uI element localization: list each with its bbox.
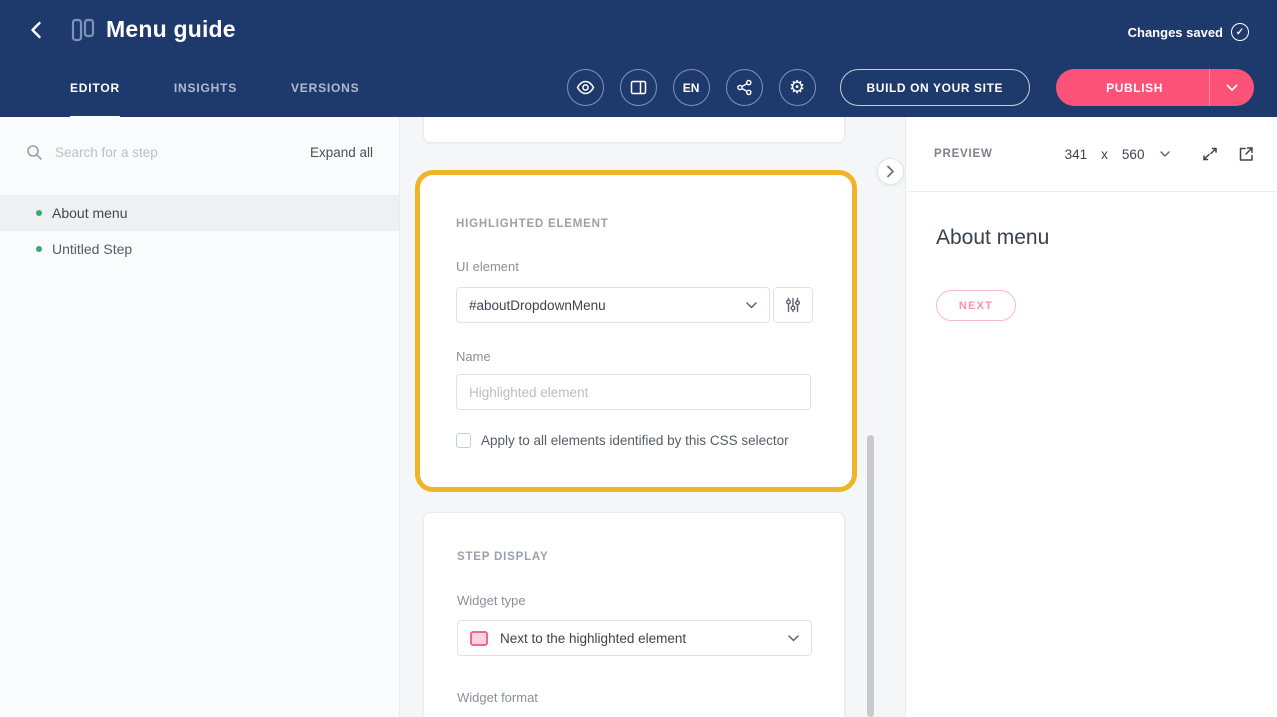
apply-all-checkbox[interactable] (456, 433, 471, 448)
fullscreen-expand-icon[interactable] (1201, 145, 1219, 163)
step-search-row: Expand all (0, 117, 399, 187)
preview-next-button[interactable]: NEXT (936, 290, 1016, 321)
widget-type-value: Next to the highlighted element (500, 631, 776, 646)
step-display-card: STEP DISPLAY Widget type Next to the hig… (423, 512, 845, 717)
preview-size-select[interactable]: 341 x 560 (1065, 147, 1171, 162)
settings-gear-button[interactable]: ⚙ (779, 69, 816, 106)
header-bottom-row: EDITOR INSIGHTS VERSIONS EN ⚙ BUILD ON Y… (0, 58, 1277, 117)
collapse-panel-button[interactable] (877, 158, 904, 185)
section-title: HIGHLIGHTED ELEMENT (456, 218, 816, 230)
publish-split-button: PUBLISH (1056, 69, 1254, 106)
preview-size-separator: x (1101, 147, 1108, 162)
page-title: Menu guide (106, 16, 236, 43)
ui-element-value: #aboutDropdownMenu (469, 298, 746, 313)
section-title: STEP DISPLAY (457, 551, 811, 563)
step-label: About menu (52, 205, 128, 221)
publish-button[interactable]: PUBLISH (1056, 69, 1210, 106)
highlighted-element-card: HIGHLIGHTED ELEMENT UI element #aboutDro… (415, 170, 857, 492)
ui-element-label: UI element (456, 259, 816, 274)
scrollbar-thumb[interactable] (867, 435, 874, 717)
step-status-dot (36, 210, 42, 216)
previous-settings-card (423, 117, 845, 143)
back-icon[interactable] (26, 19, 48, 41)
publish-caret-button[interactable] (1210, 69, 1254, 106)
changes-saved-label: Changes saved (1128, 25, 1223, 40)
changes-saved-status: Changes saved ✓ (1128, 23, 1249, 41)
app-header: Menu guide Changes saved ✓ EDITOR INSIGH… (0, 0, 1277, 117)
search-step-input[interactable] (55, 145, 310, 160)
preview-header-icons (1201, 145, 1255, 163)
check-circle-icon: ✓ (1231, 23, 1249, 41)
guide-logo-icon (70, 18, 96, 42)
step-status-dot (36, 246, 42, 252)
preview-step-title: About menu (936, 226, 1247, 250)
expand-all-link[interactable]: Expand all (310, 145, 373, 160)
chevron-down-icon (788, 635, 799, 642)
tab-editor[interactable]: EDITOR (70, 59, 120, 118)
tab-versions[interactable]: VERSIONS (291, 59, 359, 118)
apply-all-label: Apply to all elements identified by this… (481, 433, 789, 448)
header-top-row: Menu guide Changes saved ✓ (0, 0, 1277, 58)
preview-width: 341 (1065, 147, 1088, 162)
steps-list: About menu Untitled Step (0, 195, 399, 267)
search-icon (26, 144, 43, 161)
widget-format-label: Widget format (457, 690, 811, 705)
preview-eye-button[interactable] (567, 69, 604, 106)
layout-panel-button[interactable] (620, 69, 657, 106)
chevron-down-icon (1160, 151, 1170, 157)
widget-type-icon (470, 631, 488, 646)
step-item-about-menu[interactable]: About menu (0, 195, 399, 231)
share-button[interactable] (726, 69, 763, 106)
name-label: Name (456, 349, 816, 364)
header-tabs: EDITOR INSIGHTS VERSIONS (70, 58, 359, 117)
build-on-your-site-button[interactable]: BUILD ON YOUR SITE (840, 69, 1031, 106)
preview-height: 560 (1122, 147, 1145, 162)
tab-insights[interactable]: INSIGHTS (174, 59, 237, 118)
scrollbar-track (867, 117, 874, 717)
highlighted-element-name-input[interactable] (456, 374, 811, 410)
open-in-new-tab-icon[interactable] (1237, 145, 1255, 163)
preview-panel: PREVIEW 341 x 560 About menu (905, 117, 1277, 717)
widget-type-label: Widget type (457, 593, 811, 608)
element-picker-settings-button[interactable] (773, 287, 813, 323)
editor-main: HIGHLIGHTED ELEMENT UI element #aboutDro… (401, 117, 905, 717)
preview-label: PREVIEW (934, 148, 993, 160)
step-label: Untitled Step (52, 241, 132, 257)
step-item-untitled-step[interactable]: Untitled Step (0, 231, 399, 267)
steps-sidebar: Expand all About menu Untitled Step (0, 117, 400, 717)
header-actions: EN ⚙ BUILD ON YOUR SITE PUBLISH (567, 58, 1254, 117)
language-badge[interactable]: EN (673, 69, 710, 106)
widget-type-select[interactable]: Next to the highlighted element (457, 620, 812, 656)
ui-element-row: #aboutDropdownMenu (456, 287, 816, 323)
chevron-down-icon (746, 302, 757, 309)
preview-body: About menu NEXT (906, 192, 1277, 355)
ui-element-select[interactable]: #aboutDropdownMenu (456, 287, 770, 323)
apply-all-row: Apply to all elements identified by this… (456, 433, 816, 448)
preview-header: PREVIEW 341 x 560 (906, 117, 1277, 192)
